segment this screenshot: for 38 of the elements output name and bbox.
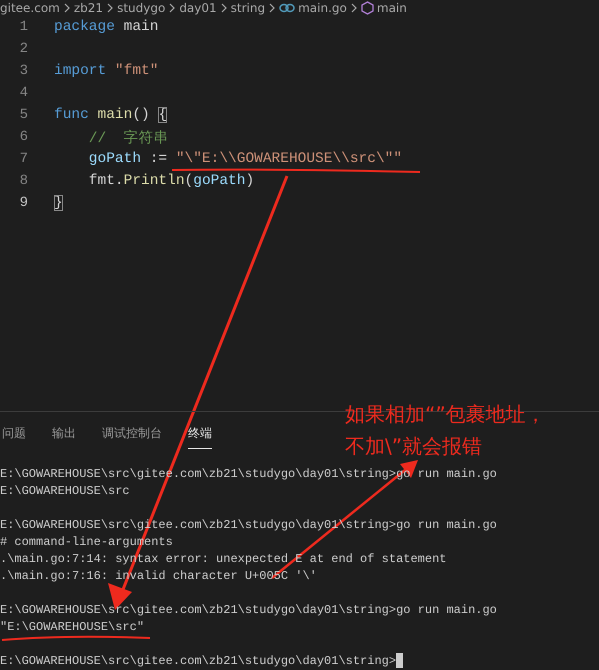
breadcrumb-item[interactable]: gitee.com [0,1,60,15]
line-number: 2 [18,41,28,57]
line-number: 5 [18,107,28,123]
code-line: fmt.Println(goPath) [88,173,254,189]
breadcrumb-item[interactable]: zb21 [74,1,104,15]
code-line: package main [54,19,158,35]
code-line: import "fmt" [54,63,158,79]
cube-icon [360,1,374,15]
breadcrumb-item[interactable]: studygo [117,1,166,15]
chevron-right-icon [107,3,114,13]
annotation-note: 如果相加“”包裹地址，不加\”就会报错 [345,401,547,460]
line-number: 8 [18,173,28,189]
file-type-icon [279,3,296,13]
line-number: 4 [18,85,28,101]
terminal-line: "E:\GOWAREHOUSE\src" [0,620,144,634]
line-number: 9 [18,195,28,211]
chevron-right-icon [64,3,70,13]
breadcrumb-item[interactable]: day01 [179,1,217,15]
breadcrumb-item[interactable]: main.go [279,1,347,15]
panel-tab[interactable]: 调试控制台 [102,419,162,449]
chevron-right-icon [350,3,357,13]
breadcrumb-item[interactable]: main [360,1,407,15]
terminal-line: E:\GOWAREHOUSE\src [0,484,130,498]
panel-tab[interactable]: 输出 [52,419,76,449]
code-line: goPath := "\"E:\\GOWAREHOUSE\\src\"" [88,151,402,167]
panel-tab[interactable]: 终端 [188,419,212,449]
panel-tab[interactable]: 问题 [2,419,26,449]
line-number: 1 [18,19,28,35]
chevron-right-icon [269,3,276,13]
breadcrumb-item[interactable]: string [230,1,266,15]
line-number: 6 [18,129,28,145]
code-line: // 字符串 [88,128,169,146]
chevron-right-icon [169,3,176,13]
terminal-line: E:\GOWAREHOUSE\src\gitee.com\zb21\studygo\day01\string> [0,654,396,668]
line-number: 3 [18,63,28,79]
chevron-right-icon [220,3,227,13]
terminal-line: E:\GOWAREHOUSE\src\gitee.com\zb21\studygo\day01\string>go run main.go [0,602,497,616]
line-number: 7 [18,151,28,167]
